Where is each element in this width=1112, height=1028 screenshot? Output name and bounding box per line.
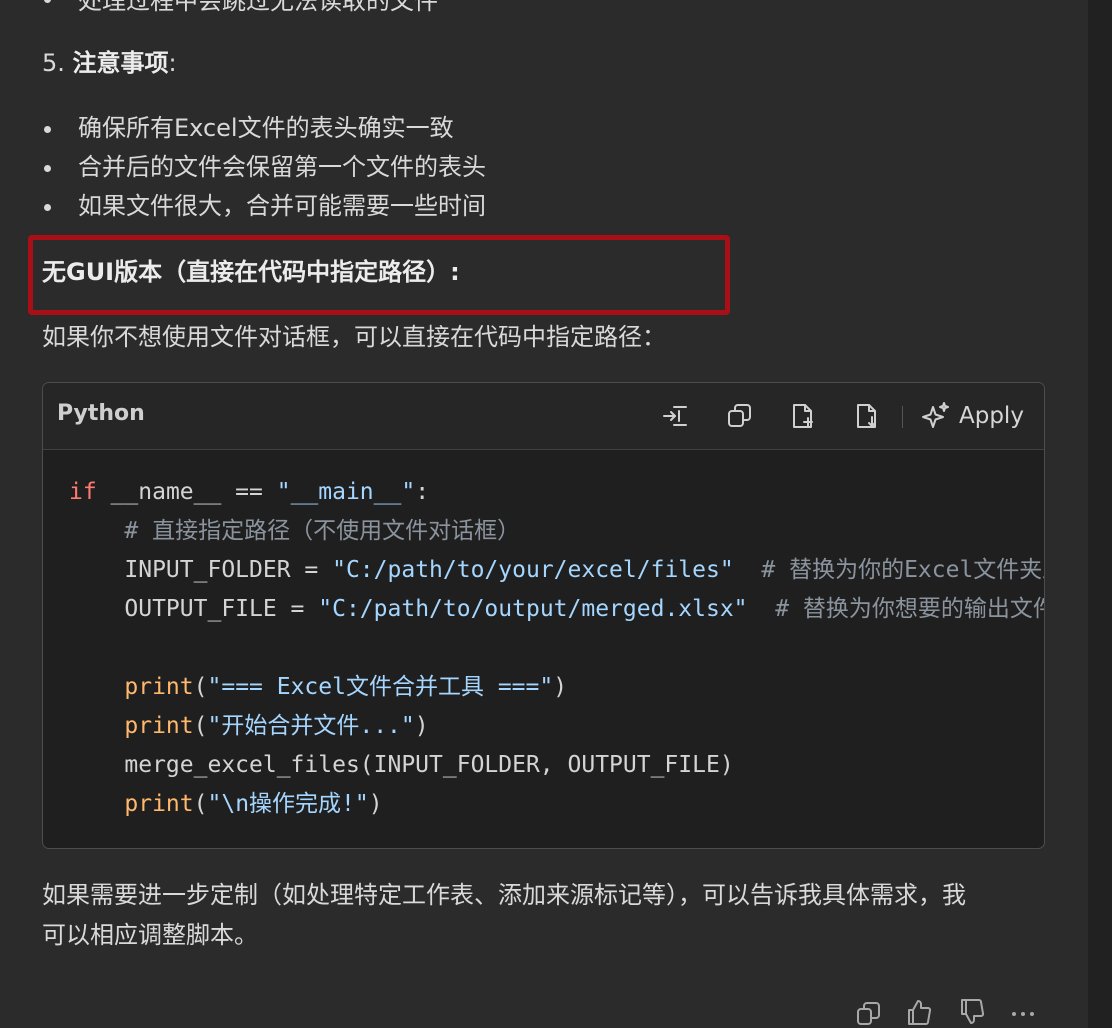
- code-line: print("开始合并文件..."): [124, 713, 429, 739]
- code-line: OUTPUT_FILE = "C:/path/to/output/merged.…: [124, 596, 1044, 622]
- code-language: Python: [57, 401, 145, 426]
- section-title: 注意事项: [72, 49, 169, 77]
- no-gui-heading: 无GUI版本（直接在代码中指定路径）:: [42, 258, 460, 286]
- chat-pane: 处理过程中会跳过无法读取的文件 5. 注意事项: 确保所有Excel文件的表头确…: [0, 0, 1088, 1028]
- more-icon[interactable]: [1010, 1000, 1038, 1028]
- code-line: if __name__ == "__main__":: [69, 479, 430, 505]
- code-block: Python Apply if __name__ == "__main__": …: [42, 382, 1045, 849]
- list-item: 如果文件很大，合并可能需要一些时间: [78, 192, 486, 220]
- scrollbar-track[interactable]: [1088, 0, 1112, 1028]
- list-item: 合并后的文件会保留第一个文件的表头: [78, 153, 486, 181]
- thumbs-up-icon[interactable]: [905, 998, 933, 1026]
- section-colon: :: [168, 49, 177, 77]
- closing-paragraph-line1: 如果需要进一步定制（如处理特定工作表、添加来源标记等），可以告诉我具体需求，我: [42, 881, 966, 909]
- bullet: [44, 0, 51, 3]
- code-line: INPUT_FOLDER = "C:/path/to/your/excel/fi…: [124, 557, 1044, 583]
- code-header: Python Apply: [43, 383, 1044, 450]
- bullet: [44, 165, 51, 172]
- code-content: if __name__ == "__main__": # 直接指定路径（不使用文…: [69, 473, 1044, 824]
- code-line: # 直接指定路径（不使用文件对话框）: [124, 518, 521, 544]
- list-item: 确保所有Excel文件的表头确实一致: [78, 114, 454, 142]
- intro-text: 如果你不想使用文件对话框，可以直接在代码中指定路径：: [42, 323, 666, 351]
- code-line: print("\n操作完成!"): [124, 791, 383, 817]
- section-number: 5.: [42, 49, 65, 77]
- save-file-icon[interactable]: [852, 401, 882, 431]
- thumbs-down-icon[interactable]: [958, 998, 986, 1026]
- code-line: print("=== Excel文件合并工具 ==="): [124, 674, 568, 700]
- bullet: [44, 204, 51, 211]
- new-file-icon[interactable]: [788, 401, 818, 431]
- toolbar-divider: [902, 406, 903, 428]
- insert-at-cursor-icon[interactable]: [661, 401, 691, 431]
- sparkle-icon: [922, 402, 949, 428]
- code-line: merge_excel_files(INPUT_FOLDER, OUTPUT_F…: [124, 752, 734, 778]
- copy-icon[interactable]: [725, 401, 755, 431]
- partial-bullet-text: 处理过程中会跳过无法读取的文件: [78, 0, 438, 15]
- copy-icon[interactable]: [855, 1000, 883, 1028]
- section-heading: 5. 注意事项:: [42, 48, 177, 78]
- apply-label: Apply: [959, 403, 1024, 429]
- apply-button[interactable]: Apply: [921, 399, 1024, 433]
- bullet: [44, 126, 51, 133]
- closing-paragraph-line2: 可以相应调整脚本。: [42, 921, 258, 949]
